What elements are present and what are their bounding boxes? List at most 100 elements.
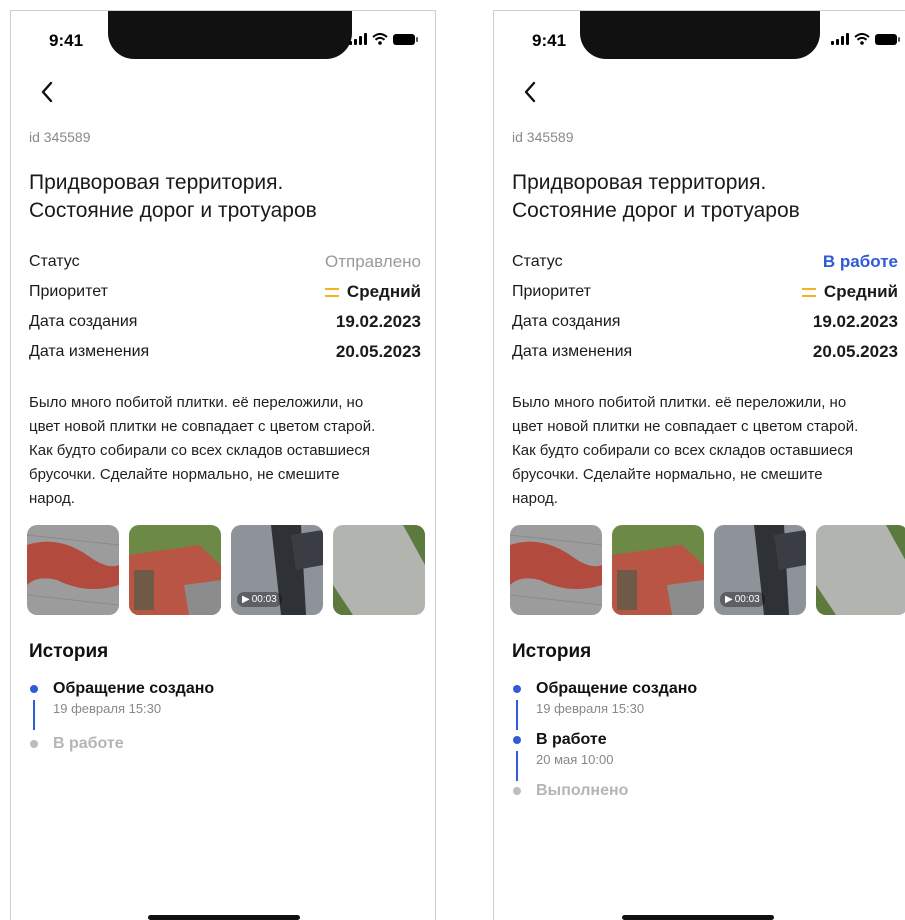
status-label: Статус: [29, 253, 80, 270]
history-date: 19 февраля 15:30: [536, 701, 645, 716]
history-title: История: [512, 641, 592, 662]
photo-thumbnail[interactable]: [816, 525, 905, 615]
created-label: Дата создания: [512, 313, 621, 330]
history-label: Обращение создано: [536, 680, 698, 697]
changed-value: 20.05.2023: [335, 342, 421, 361]
battery-icon: [393, 34, 418, 45]
home-indicator[interactable]: [622, 915, 774, 920]
media-gallery: ▶ 00:03: [27, 525, 425, 615]
description-line: брусочки. Сделайте нормально, не смешите: [512, 466, 823, 483]
notch: [108, 11, 352, 59]
photo-thumbnail[interactable]: [510, 525, 602, 615]
video-duration-badge: ▶ 00:03: [237, 592, 282, 607]
timeline-dot-done: [513, 685, 521, 693]
photo-thumbnail[interactable]: [129, 525, 221, 615]
signal-icon: [349, 33, 367, 45]
phone-screen-sent: 9:41 id 345589 Придворовая территория. С…: [10, 10, 436, 920]
video-duration: 00:03: [251, 594, 277, 605]
history-title: История: [29, 641, 109, 662]
created-value: 19.02.2023: [335, 312, 421, 331]
photo-thumbnail[interactable]: [27, 525, 119, 615]
title-line-2: Состояние дорог и тротуаров: [29, 199, 317, 222]
priority-label: Приоритет: [29, 283, 108, 300]
history-item: В работе 20 мая 10:00: [512, 730, 697, 781]
description-line: цвет новой плитки не совпадает с цветом …: [29, 418, 376, 435]
status-time: 9:41: [49, 31, 84, 50]
status-time: 9:41: [532, 31, 567, 50]
play-icon: ▶: [242, 594, 250, 605]
status-value: В работе: [822, 252, 898, 271]
status-row: Статус Отправлено: [29, 247, 421, 277]
wifi-icon: [372, 33, 388, 45]
history-item: Обращение создано 19 февраля 15:30: [512, 679, 698, 730]
wifi-icon: [854, 33, 870, 45]
request-id: id 345589: [512, 129, 574, 145]
timeline-connector: [516, 700, 518, 730]
history-date: 19 февраля 15:30: [53, 701, 162, 716]
video-thumbnail[interactable]: ▶ 00:03: [231, 525, 323, 615]
description-line: брусочки. Сделайте нормально, не смешите: [29, 466, 340, 483]
history-label: В работе: [53, 735, 124, 752]
status-label: Статус: [512, 253, 563, 270]
notch: [580, 11, 820, 59]
status-row: Статус В работе: [512, 247, 898, 277]
description-line: Как будто собирали со всех складов остав…: [512, 442, 853, 459]
history-label: В работе: [536, 731, 607, 748]
created-row: Дата создания 19.02.2023: [512, 307, 898, 337]
history-item: В работе: [29, 734, 214, 754]
priority-label: Приоритет: [512, 283, 591, 300]
history-item: Выполнено: [512, 781, 697, 801]
changed-label: Дата изменения: [512, 343, 633, 360]
changed-row: Дата изменения 20.05.2023: [29, 337, 421, 367]
priority-value: Средний: [346, 282, 421, 301]
photo-thumbnail[interactable]: [612, 525, 704, 615]
page-title: Придворовая территория. Состояние дорог …: [512, 169, 902, 225]
description-line: Было много побитой плитки. её переложили…: [29, 394, 364, 411]
history-date: 20 мая 10:00: [536, 752, 614, 767]
priority-medium-icon: [801, 287, 816, 297]
description: Было много побитой плитки. её переложили…: [512, 391, 905, 511]
priority-row: Приоритет Средний: [512, 277, 898, 307]
status-value: Отправлено: [325, 252, 421, 271]
back-arrow-icon[interactable]: [33, 77, 63, 107]
timeline-connector: [516, 751, 518, 781]
timeline-dot-done: [513, 736, 521, 744]
timeline-dot-done: [30, 685, 38, 693]
changed-value: 20.05.2023: [812, 342, 898, 361]
priority-value-group: Средний: [324, 282, 421, 302]
changed-label: Дата изменения: [29, 343, 150, 360]
description: Было много побитой плитки. её переложили…: [29, 391, 427, 511]
battery-icon: [875, 34, 900, 45]
description-line: народ.: [512, 490, 558, 507]
description-line: Было много побитой плитки. её переложили…: [512, 394, 847, 411]
video-duration-badge: ▶ 00:03: [720, 592, 765, 607]
history-label: Выполнено: [536, 782, 629, 799]
media-gallery: ▶ 00:03: [510, 525, 905, 615]
priority-row: Приоритет Средний: [29, 277, 421, 307]
created-label: Дата создания: [29, 313, 138, 330]
home-indicator[interactable]: [148, 915, 300, 920]
photo-thumbnail[interactable]: [333, 525, 425, 615]
title-line-1: Придворовая территория.: [29, 171, 284, 194]
history-item: Обращение создано 19 февраля 15:30: [29, 679, 215, 730]
timeline-dot-pending: [30, 740, 38, 748]
status-icons: [831, 33, 900, 45]
back-arrow-icon[interactable]: [516, 77, 546, 107]
title-line-2: Состояние дорог и тротуаров: [512, 199, 800, 222]
phone-screen-in-progress: 9:41 id 345589 Придворовая территория. С…: [493, 10, 905, 920]
title-line-1: Придворовая территория.: [512, 171, 767, 194]
request-properties: Статус Отправлено Приоритет Средний Дата…: [29, 247, 421, 367]
timeline-dot-pending: [513, 787, 521, 795]
history-timeline: Обращение создано 19 февраля 15:30 В раб…: [29, 679, 214, 754]
priority-value: Средний: [823, 282, 898, 301]
timeline-connector: [33, 700, 35, 730]
description-line: народ.: [29, 490, 75, 507]
signal-icon: [831, 33, 849, 45]
priority-value-group: Средний: [801, 282, 898, 302]
page-title: Придворовая территория. Состояние дорог …: [29, 169, 419, 225]
history-label: Обращение создано: [53, 680, 215, 697]
status-icons: [349, 33, 418, 45]
video-thumbnail[interactable]: ▶ 00:03: [714, 525, 806, 615]
history-timeline: Обращение создано 19 февраля 15:30 В раб…: [512, 679, 697, 801]
request-id: id 345589: [29, 129, 91, 145]
